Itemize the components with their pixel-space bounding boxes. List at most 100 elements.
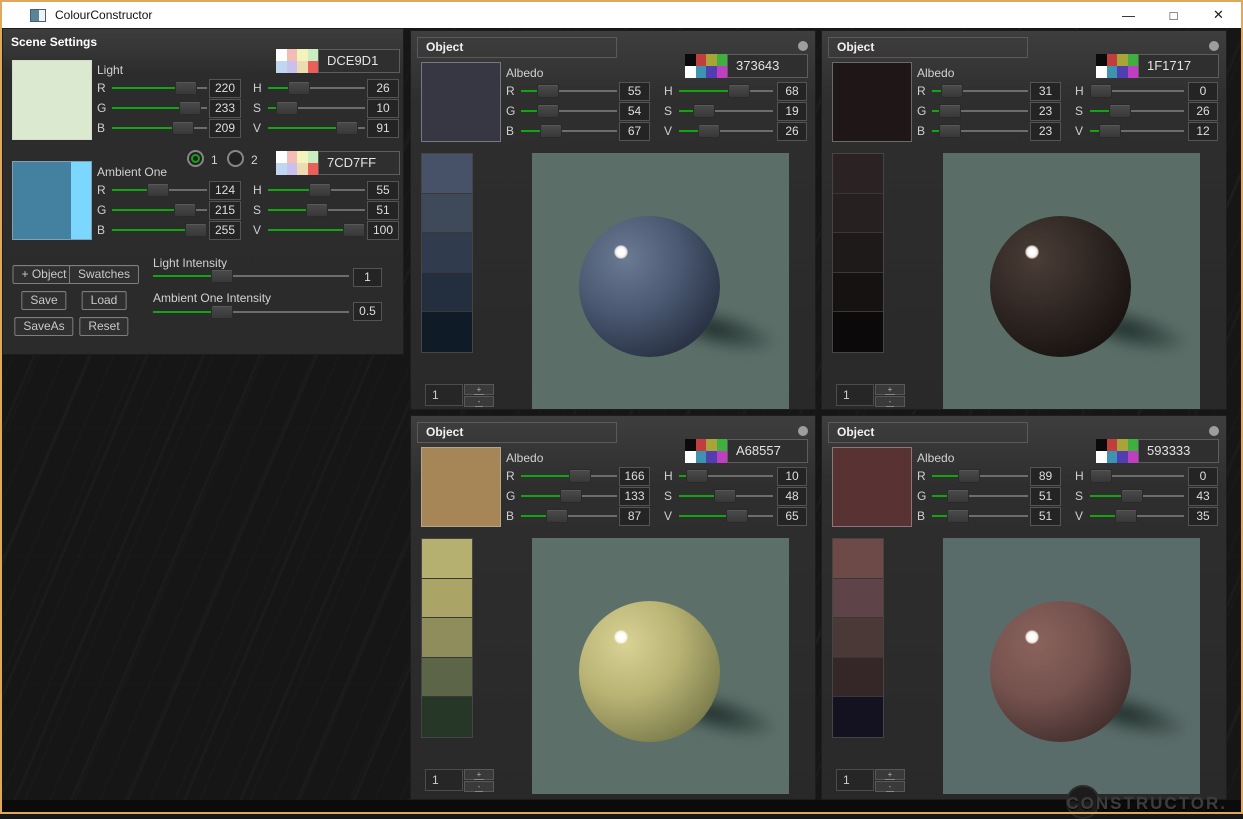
albedo-hex-input[interactable]: 1F1717 xyxy=(1138,54,1219,78)
slider-thumb[interactable] xyxy=(726,509,748,523)
panel-status-icon[interactable] xyxy=(798,41,808,51)
palette-color[interactable] xyxy=(706,54,717,66)
detail-spinner-value[interactable]: 1 xyxy=(836,384,874,406)
palette-color[interactable] xyxy=(1107,54,1118,66)
albedo-hex-input[interactable]: 373643 xyxy=(727,54,808,78)
value-field-v[interactable]: 100 xyxy=(367,221,399,240)
detail-spinner-value[interactable]: 1 xyxy=(425,384,463,406)
slider-track-b[interactable] xyxy=(112,121,207,135)
albedo-hex-input[interactable]: 593333 xyxy=(1138,439,1219,463)
maximize-button[interactable]: □ xyxy=(1151,2,1196,28)
palette-color[interactable] xyxy=(1107,439,1118,451)
slider-track-b[interactable] xyxy=(521,509,617,523)
value-field-b[interactable]: 255 xyxy=(209,221,241,240)
palette-color[interactable] xyxy=(1096,54,1107,66)
value-field-b[interactable]: 23 xyxy=(1030,122,1061,141)
ambient-hex-input[interactable]: 7CD7FF xyxy=(318,151,400,175)
slider-track-s[interactable] xyxy=(1090,489,1184,503)
light-intensity-value[interactable]: 1 xyxy=(353,268,382,287)
minimize-button[interactable]: — xyxy=(1106,2,1151,28)
albedo-palette-icon[interactable] xyxy=(685,54,727,78)
slider-thumb[interactable] xyxy=(560,489,582,503)
shade-swatch[interactable] xyxy=(422,154,472,194)
palette-color[interactable] xyxy=(1117,451,1128,463)
palette-color[interactable] xyxy=(1117,439,1128,451)
value-field-r[interactable]: 166 xyxy=(619,467,650,486)
detail-spinner-value[interactable]: 1 xyxy=(425,769,463,791)
slider-track-r[interactable] xyxy=(112,183,207,197)
shade-swatch[interactable] xyxy=(833,312,883,352)
palette-color[interactable] xyxy=(297,61,308,73)
slider-thumb[interactable] xyxy=(939,104,961,118)
slider-thumb[interactable] xyxy=(546,509,568,523)
slider-track-v[interactable] xyxy=(268,121,365,135)
panel-status-icon[interactable] xyxy=(1209,426,1219,436)
value-field-b[interactable]: 209 xyxy=(209,119,241,138)
value-field-s[interactable]: 19 xyxy=(777,102,807,121)
slider-thumb[interactable] xyxy=(947,509,969,523)
slider-track-r[interactable] xyxy=(521,84,617,98)
reset-button[interactable]: Reset xyxy=(79,317,128,336)
albedo-palette-icon[interactable] xyxy=(685,439,727,463)
palette-color[interactable] xyxy=(276,151,287,163)
palette-color[interactable] xyxy=(717,439,728,451)
palette-color[interactable] xyxy=(1107,451,1118,463)
palette-color[interactable] xyxy=(706,451,717,463)
slider-thumb[interactable] xyxy=(174,203,196,217)
slider-thumb[interactable] xyxy=(343,223,365,237)
palette-color[interactable] xyxy=(1128,66,1139,78)
ambient-palette-icon[interactable] xyxy=(276,151,318,175)
shade-swatch[interactable] xyxy=(422,273,472,313)
palette-color[interactable] xyxy=(287,151,298,163)
slider-track-b[interactable] xyxy=(112,223,207,237)
light-color-swatch[interactable] xyxy=(12,60,92,140)
slider-track-v[interactable] xyxy=(679,509,773,523)
shade-swatch[interactable] xyxy=(422,194,472,234)
value-field-g[interactable]: 233 xyxy=(209,99,241,118)
slider-track-h[interactable] xyxy=(268,81,365,95)
slider-thumb[interactable] xyxy=(175,81,197,95)
shade-swatch[interactable] xyxy=(833,154,883,194)
value-field-s[interactable]: 48 xyxy=(777,487,807,506)
slider-thumb[interactable] xyxy=(288,81,310,95)
value-field-g[interactable]: 54 xyxy=(619,102,650,121)
palette-color[interactable] xyxy=(685,439,696,451)
slider-track-b[interactable] xyxy=(932,509,1028,523)
value-field-v[interactable]: 26 xyxy=(777,122,807,141)
slider-thumb[interactable] xyxy=(185,223,207,237)
slider-thumb[interactable] xyxy=(211,269,233,283)
value-field-v[interactable]: 65 xyxy=(777,507,807,526)
value-field-r[interactable]: 89 xyxy=(1030,467,1061,486)
palette-color[interactable] xyxy=(706,439,717,451)
slider-track-r[interactable] xyxy=(932,469,1028,483)
light-intensity-slider[interactable] xyxy=(153,269,349,283)
value-field-v[interactable]: 91 xyxy=(367,119,399,138)
albedo-color-swatch[interactable] xyxy=(832,62,912,142)
slider-track-r[interactable] xyxy=(932,84,1028,98)
ambient-radio-2[interactable] xyxy=(227,150,244,167)
slider-track-v[interactable] xyxy=(679,124,773,138)
shade-swatch[interactable] xyxy=(833,697,883,737)
palette-color[interactable] xyxy=(696,439,707,451)
shade-swatch[interactable] xyxy=(422,233,472,273)
spinner-up-button[interactable]: + xyxy=(464,769,494,780)
slider-track-v[interactable] xyxy=(268,223,365,237)
slider-track-g[interactable] xyxy=(112,101,207,115)
slider-track-g[interactable] xyxy=(112,203,207,217)
object-panel-header[interactable]: Object xyxy=(828,37,1028,58)
palette-color[interactable] xyxy=(1128,439,1139,451)
swatches-button[interactable]: Swatches xyxy=(69,265,139,284)
palette-color[interactable] xyxy=(308,163,319,175)
albedo-palette-icon[interactable] xyxy=(1096,439,1138,463)
palette-color[interactable] xyxy=(276,163,287,175)
value-field-s[interactable]: 10 xyxy=(367,99,399,118)
value-field-h[interactable]: 26 xyxy=(367,79,399,98)
palette-color[interactable] xyxy=(297,151,308,163)
spinner-down-button[interactable]: - xyxy=(875,396,905,407)
palette-color[interactable] xyxy=(717,54,728,66)
palette-color[interactable] xyxy=(685,54,696,66)
value-field-b[interactable]: 67 xyxy=(619,122,650,141)
load-button[interactable]: Load xyxy=(82,291,127,310)
value-field-v[interactable]: 12 xyxy=(1188,122,1218,141)
value-field-b[interactable]: 87 xyxy=(619,507,650,526)
